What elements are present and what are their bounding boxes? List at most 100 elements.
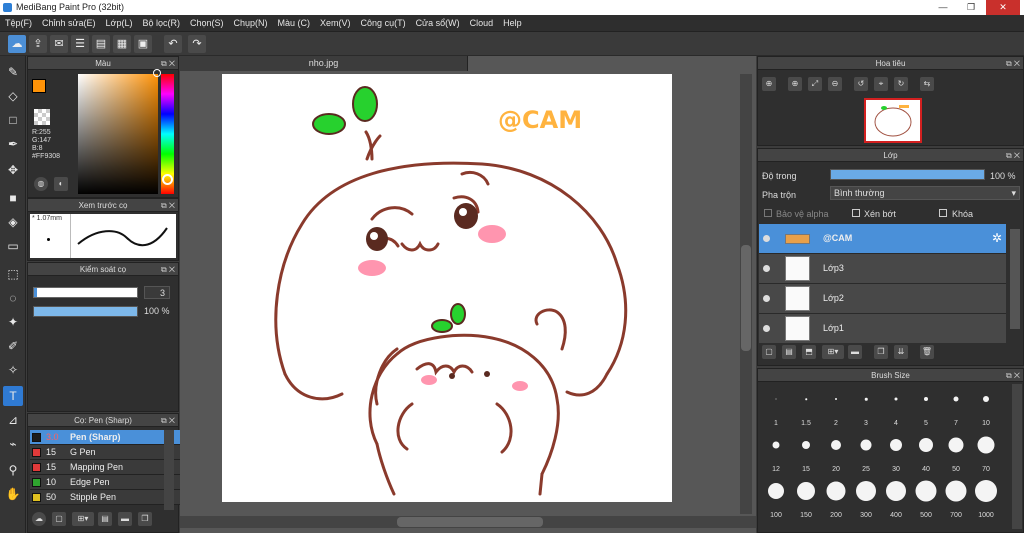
brush-size-option[interactable]: 1000 xyxy=(971,477,1001,519)
brush-list-scrollbar[interactable] xyxy=(164,430,174,510)
dropper-tool-icon[interactable]: ⚲ xyxy=(3,460,23,480)
menu-file[interactable]: Tệp(F) xyxy=(0,15,37,32)
dot-tool-icon[interactable]: ✒ xyxy=(3,134,23,154)
brush-size-option[interactable]: 12 xyxy=(761,431,791,473)
clipping-checkbox[interactable] xyxy=(852,209,860,217)
saturation-value-picker[interactable] xyxy=(78,74,158,194)
menu-layer[interactable]: Lớp(L) xyxy=(101,15,138,32)
folder-icon[interactable]: ▬ xyxy=(118,512,132,526)
rotate-right-icon[interactable]: ↻ xyxy=(894,77,908,91)
brush-size-option[interactable]: 500 xyxy=(911,477,941,519)
menu-help[interactable]: Help xyxy=(498,15,527,32)
color-picker-handle[interactable] xyxy=(153,69,161,77)
fill-shape-tool-icon[interactable]: ■ xyxy=(3,188,23,208)
flip-icon[interactable]: ⇆ xyxy=(920,77,934,91)
panel-controls-icon[interactable]: ⧉ ✕ xyxy=(161,57,175,70)
protect-alpha-checkbox[interactable] xyxy=(764,209,772,217)
visibility-eye-icon[interactable] xyxy=(763,325,770,332)
new-brush-icon[interactable]: ▢ xyxy=(52,512,66,526)
menu-cloud[interactable]: Cloud xyxy=(465,15,499,32)
hue-handle[interactable] xyxy=(162,174,173,185)
menu-view[interactable]: Xem(V) xyxy=(315,15,356,32)
brush-size-option[interactable]: 400 xyxy=(881,477,911,519)
brush-size-option[interactable]: 50 xyxy=(941,431,971,473)
text-tool-icon[interactable]: T xyxy=(3,386,23,406)
maximize-button[interactable]: ❐ xyxy=(958,0,984,15)
visibility-eye-icon[interactable] xyxy=(763,235,770,242)
brush-item[interactable]: 3.0 Pen (Sharp) ✲ xyxy=(30,430,202,445)
layer-row[interactable]: Lớp3 xyxy=(759,254,1006,284)
brush-size-option[interactable]: 100 xyxy=(761,477,791,519)
cloud-brush-icon[interactable]: ☁ xyxy=(32,512,46,526)
panel-icon[interactable]: ▦ xyxy=(113,35,131,53)
grid-icon[interactable]: ▣ xyxy=(134,35,152,53)
drawing-canvas[interactable]: @CAM xyxy=(222,74,672,502)
panel-controls-icon[interactable]: ⧉ ✕ xyxy=(161,199,175,212)
palette-icon[interactable]: ◍ xyxy=(34,177,48,191)
brush-tool-icon[interactable]: ✎ xyxy=(3,62,23,82)
brush-item[interactable]: 50 Stipple Pen xyxy=(30,490,202,505)
layer-row[interactable]: @CAM ✲ xyxy=(759,224,1006,254)
brush-size-option[interactable]: 25 xyxy=(851,431,881,473)
bucket-tool-icon[interactable]: ◈ xyxy=(3,212,23,232)
brush-settings-icon[interactable]: ▤ xyxy=(98,512,112,526)
brush-size-option[interactable]: 700 xyxy=(941,477,971,519)
message-icon[interactable]: ☰ xyxy=(71,35,89,53)
panel-controls-icon[interactable]: ⧉ ✕ xyxy=(161,263,175,276)
lock-checkbox[interactable] xyxy=(939,209,947,217)
layer-row[interactable]: Lớp2 xyxy=(759,284,1006,314)
brush-size-option[interactable]: 5 xyxy=(911,385,941,427)
duplicate-icon[interactable]: ❐ xyxy=(138,512,152,526)
blend-mode-select[interactable]: Bình thường ▾ xyxy=(830,186,1020,200)
eyedropper-tool-icon[interactable]: ⌁ xyxy=(3,434,23,454)
brush-size-value[interactable]: 3 xyxy=(144,286,170,299)
brush-size-option[interactable]: 1.5 xyxy=(791,385,821,427)
visibility-eye-icon[interactable] xyxy=(763,295,770,302)
color-mode-icon[interactable]: ◐ xyxy=(54,177,68,191)
zoom-in-icon[interactable]: ⊕ xyxy=(788,77,802,91)
redo-icon[interactable]: ↷ xyxy=(188,35,206,53)
menu-select[interactable]: Chọn(S) xyxy=(185,15,229,32)
select-rect-tool-icon[interactable]: ⬚ xyxy=(3,264,23,284)
duplicate-layer-icon[interactable]: ❐ xyxy=(874,345,888,359)
panel-controls-icon[interactable]: ⧉ ✕ xyxy=(1006,57,1020,70)
new-layer-icon[interactable]: ▢ xyxy=(762,345,776,359)
comment-icon[interactable]: ✉ xyxy=(50,35,68,53)
brush-size-option[interactable]: 70 xyxy=(971,431,1001,473)
fit-icon[interactable]: ⤢ xyxy=(808,77,822,91)
brush-size-option[interactable]: 4 xyxy=(881,385,911,427)
layer-row[interactable]: Lớp1 xyxy=(759,314,1006,343)
brush-size-option[interactable]: 2 xyxy=(821,385,851,427)
zoom-out-icon[interactable]: ⊖ xyxy=(828,77,842,91)
merge-layer-icon[interactable]: ⇊ xyxy=(894,345,908,359)
brush-size-option[interactable]: 3 xyxy=(851,385,881,427)
reset-view-icon[interactable]: ⌖ xyxy=(874,77,888,91)
menu-snap[interactable]: Chụp(N) xyxy=(229,15,273,32)
brush-size-option[interactable]: 7 xyxy=(941,385,971,427)
brush-size-option[interactable]: 40 xyxy=(911,431,941,473)
menu-window[interactable]: Cửa sổ(W) xyxy=(411,15,465,32)
brush-size-option[interactable]: 300 xyxy=(851,477,881,519)
brush-size-scrollbar[interactable] xyxy=(1012,384,1022,529)
navigator-thumbnail[interactable] xyxy=(864,98,922,143)
layer-opacity-slider[interactable] xyxy=(830,169,985,180)
menu-edit[interactable]: Chỉnh sửa(E) xyxy=(37,15,101,32)
operation-tool-icon[interactable]: ⊿ xyxy=(3,410,23,430)
foreground-color-swatch[interactable] xyxy=(32,79,46,93)
zoom-in-icon[interactable]: ⊕ xyxy=(762,77,776,91)
undo-icon[interactable]: ↶ xyxy=(164,35,182,53)
brush-item[interactable]: 15 G Pen xyxy=(30,445,202,460)
minimize-button[interactable]: — xyxy=(930,0,956,15)
magic-wand-tool-icon[interactable]: ✦ xyxy=(3,312,23,332)
brush-size-option[interactable]: 1 xyxy=(761,385,791,427)
menu-filter[interactable]: Bộ lọc(R) xyxy=(137,15,185,32)
move-tool-icon[interactable]: ✥ xyxy=(3,160,23,180)
brush-item[interactable]: 15 Mapping Pen xyxy=(30,460,202,475)
panel-controls-icon[interactable]: ⧉ ✕ xyxy=(1006,369,1020,382)
panel-controls-icon[interactable]: ⧉ ✕ xyxy=(161,414,175,427)
brush-size-option[interactable]: 200 xyxy=(821,477,851,519)
add-brush-icon[interactable]: ⊞▾ xyxy=(72,512,94,526)
new-8bit-layer-icon[interactable]: ⬒ xyxy=(802,345,816,359)
cloud-icon[interactable]: ☁ xyxy=(8,35,26,53)
layer-list-scrollbar[interactable] xyxy=(1010,229,1020,329)
